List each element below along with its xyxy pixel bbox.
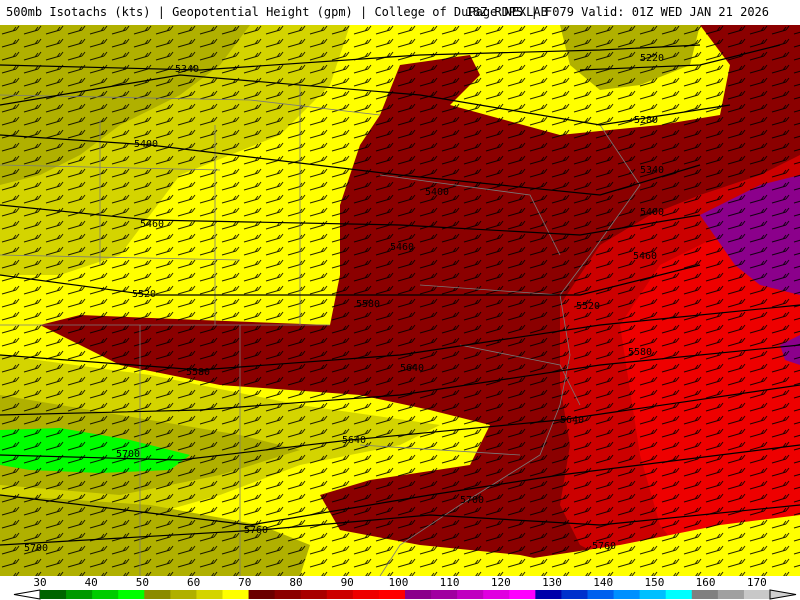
legend-label: 40 — [84, 576, 98, 589]
contour-label: 5760 — [592, 541, 616, 552]
contour-label: 5760 — [244, 525, 268, 536]
isotach-legend: 30 40 50 60 70 80 90 100 110 120 130 140 150 160 170 — [0, 576, 800, 600]
legend-swatch — [66, 590, 93, 599]
legend-label: 70 — [238, 576, 252, 589]
contour-label: 5340 — [640, 165, 664, 176]
legend-label: 120 — [490, 576, 511, 589]
contour-label: 5640 — [342, 435, 366, 446]
legend-colorbar — [13, 589, 797, 600]
legend-label: 60 — [186, 576, 201, 589]
legend-swatch — [248, 590, 276, 599]
legend-swatch — [196, 590, 223, 599]
legend-swatch — [92, 590, 119, 599]
legend-swatch — [144, 590, 171, 599]
legend-swatch — [222, 590, 250, 599]
contour-label: 5400 — [134, 139, 158, 150]
wind-barbs — [0, 25, 800, 576]
legend-swatch — [274, 590, 302, 599]
legend-arrow-right — [769, 589, 797, 600]
weather-map: 5340 5220 5280 5400 5340 5400 5460 5460 … — [0, 25, 800, 576]
legend-label: 50 — [135, 576, 150, 589]
contour-label: 5460 — [633, 251, 657, 262]
legend-swatch — [639, 590, 667, 599]
legend-label: 80 — [289, 576, 303, 589]
legend-label: 110 — [439, 576, 460, 589]
legend-arrow-left — [13, 589, 41, 600]
legend-swatch — [170, 590, 197, 599]
legend-swatch — [509, 590, 536, 599]
legend-swatch — [587, 590, 615, 599]
legend-label: 130 — [542, 576, 562, 589]
legend-label: 140 — [593, 576, 614, 589]
legend-label: 150 — [644, 576, 665, 589]
legend-swatch — [378, 590, 406, 599]
header-bar: 500mb Isotachs (kts) | Geopotential Heig… — [0, 0, 800, 25]
contour-label: 5580 — [186, 367, 210, 378]
contour-label: 5640 — [560, 415, 584, 426]
contour-label: 5580 — [628, 347, 652, 358]
contour-label: 5460 — [140, 219, 164, 230]
legend-label: 30 — [33, 576, 47, 589]
legend-label: 100 — [388, 576, 409, 589]
legend-swatch — [352, 590, 380, 599]
legend-swatch — [535, 590, 562, 599]
legend-swatch — [300, 590, 328, 599]
contour-label: 5460 — [390, 242, 414, 253]
contour-label: 5520 — [132, 289, 156, 300]
legend-swatch — [326, 590, 354, 599]
legend-label: 90 — [340, 576, 354, 589]
legend-swatch — [40, 590, 67, 599]
model-run-info: 18Z RDPS | F079 Valid: 01Z WED JAN 21 20… — [465, 5, 769, 19]
legend-swatch — [743, 590, 771, 599]
contour-label: 5700 — [460, 495, 484, 506]
contour-label: 5640 — [400, 363, 424, 374]
legend-swatch — [483, 590, 510, 599]
legend-swatch — [691, 590, 719, 599]
contour-label: 5400 — [640, 207, 664, 218]
legend-swatch — [457, 590, 484, 599]
legend-swatch — [405, 590, 432, 599]
legend-swatch — [431, 590, 458, 599]
legend-swatch — [665, 590, 693, 599]
legend-label: 170 — [746, 576, 767, 589]
legend-swatch — [717, 590, 745, 599]
contour-label: 5220 — [640, 53, 664, 64]
contour-label: 5280 — [634, 115, 658, 126]
contour-label: 5340 — [175, 64, 199, 75]
contour-label: 5700 — [24, 543, 48, 554]
contour-label: 5400 — [425, 187, 449, 198]
legend-swatch — [561, 590, 588, 599]
legend-label: 160 — [695, 576, 716, 589]
legend-swatch — [613, 590, 641, 599]
contour-label: 5580 — [356, 299, 380, 310]
contour-label: 5520 — [576, 301, 600, 312]
legend-swatch — [118, 590, 145, 599]
contour-label: 5700 — [116, 449, 140, 460]
map-canvas: 5340 5220 5280 5400 5340 5400 5460 5460 … — [0, 25, 800, 576]
